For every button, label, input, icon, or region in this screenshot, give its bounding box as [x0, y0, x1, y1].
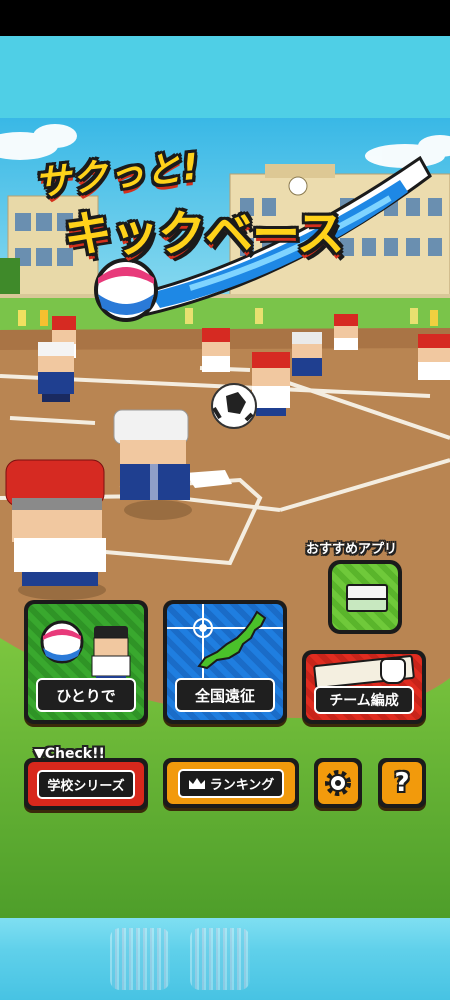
gear-icon	[325, 770, 351, 796]
player-icon	[91, 626, 131, 684]
title-scene: サクっと! キックベース おすすめアプリ ひとりで 全国遠征 チーム編成 ▼Ch…	[0, 118, 450, 918]
recommend-label: おすすめアプリ	[306, 542, 398, 557]
top-sky-band	[0, 36, 450, 118]
national-tour-label: 全国遠征	[175, 678, 275, 712]
crown-icon	[188, 778, 205, 789]
settings-button[interactable]	[314, 758, 362, 808]
ranking-label: ランキング	[209, 777, 275, 793]
status-bar	[0, 0, 450, 36]
ball-icon	[40, 620, 84, 664]
recommend-app-button[interactable]	[328, 560, 402, 634]
question-icon: ?	[394, 768, 410, 798]
crosshair-icon	[167, 604, 283, 684]
bottom-banner-area	[0, 918, 450, 1000]
single-play-button[interactable]: ひとりで	[24, 600, 148, 724]
team-edit-label: チーム編成	[314, 686, 414, 714]
team-edit-button[interactable]: チーム編成	[302, 650, 426, 724]
help-button[interactable]: ?	[378, 758, 426, 808]
national-tour-button[interactable]: 全国遠征	[163, 600, 287, 724]
single-play-label: ひとりで	[36, 678, 136, 712]
school-series-button[interactable]: 学校シリーズ	[24, 758, 148, 810]
ranking-button[interactable]: ランキング	[163, 758, 299, 808]
app-icon	[346, 584, 388, 612]
title-line-2: キックベース	[64, 206, 345, 262]
game-screen: サクっと! キックベース おすすめアプリ ひとりで 全国遠征 チーム編成 ▼Ch…	[0, 0, 450, 1000]
ball-icon	[94, 258, 158, 322]
hand-pointer-icon	[380, 658, 406, 684]
school-series-label: 学校シリーズ	[37, 769, 135, 799]
soccer-ball	[211, 383, 257, 429]
